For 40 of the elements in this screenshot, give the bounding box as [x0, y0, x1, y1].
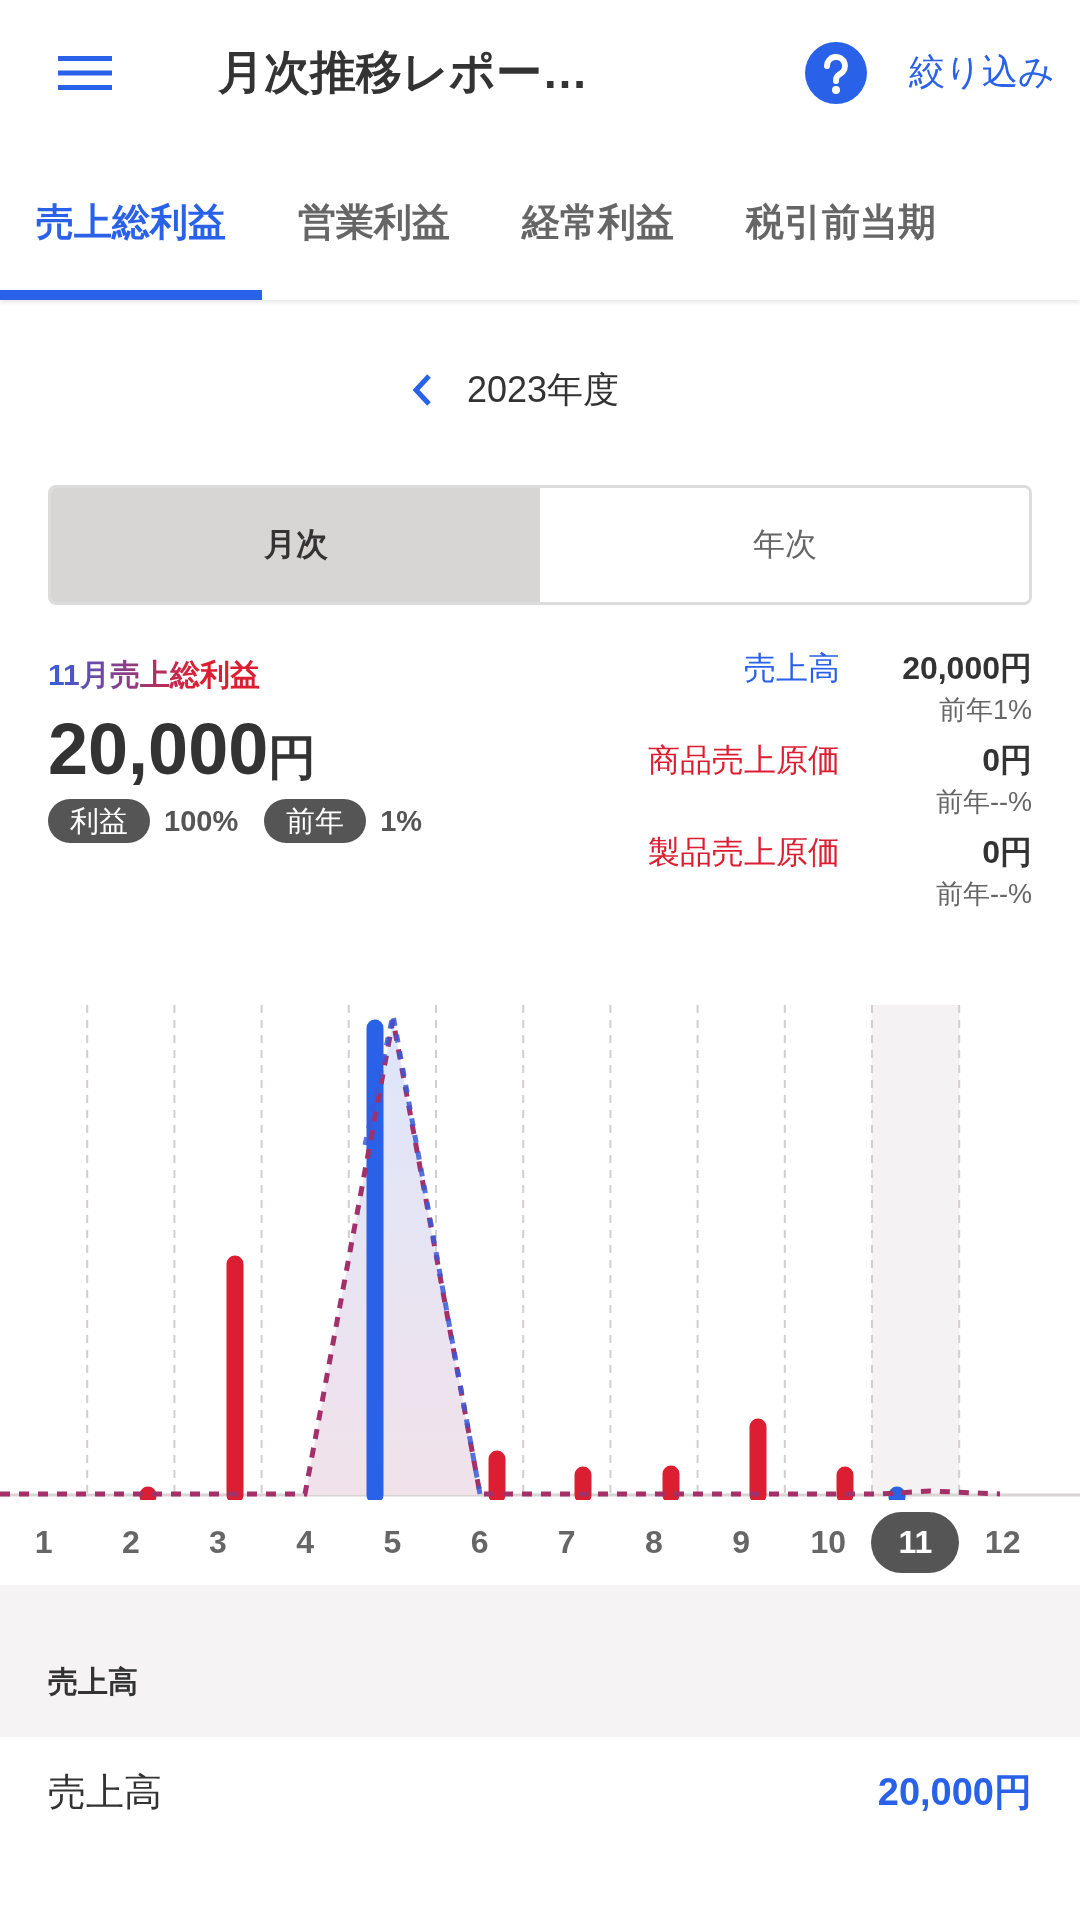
back-chevron-icon[interactable]	[410, 373, 433, 407]
month-label[interactable]: 2	[86, 1512, 175, 1573]
tab[interactable]: 営業利益	[262, 145, 486, 300]
month-label[interactable]: 6	[435, 1512, 524, 1573]
metric-tag: 利益	[48, 799, 150, 844]
month-label[interactable]: 9	[697, 1512, 786, 1573]
metric-value: 100%	[164, 804, 239, 838]
total-amount: 20,000円	[48, 710, 318, 790]
breakdown-label: 製品売上原価	[648, 833, 840, 872]
page-title: 月次推移レポー…	[218, 44, 589, 100]
breakdown-value: 0円	[981, 833, 1032, 872]
year-over-year: 前年--%	[935, 878, 1032, 911]
menu-icon[interactable]	[58, 55, 112, 90]
tab[interactable]: 売上総利益	[0, 145, 262, 300]
metric-value: 1%	[380, 804, 423, 838]
help-icon[interactable]	[805, 41, 867, 104]
month-label[interactable]: 11	[871, 1512, 960, 1573]
month-label[interactable]: 5	[348, 1512, 437, 1573]
month-label[interactable]: 12	[958, 1512, 1047, 1573]
breakdown-label: 商品売上原価	[648, 741, 840, 780]
month-label[interactable]: 7	[522, 1512, 611, 1573]
metric-tag: 前年	[264, 799, 367, 844]
month-label[interactable]: 4	[261, 1512, 350, 1573]
segment-button[interactable]: 月次	[51, 488, 540, 602]
row-value: 20,000円	[877, 1769, 1032, 1815]
section-header: 売上高	[48, 1664, 138, 1700]
tab[interactable]: 税引前当期	[710, 145, 972, 300]
year-over-year: 前年1%	[937, 694, 1032, 727]
month-label[interactable]: 10	[784, 1512, 873, 1573]
tab[interactable]: 経常利益	[486, 145, 710, 300]
fiscal-year: 2023年度	[466, 367, 620, 412]
month-label[interactable]: 1	[0, 1512, 88, 1573]
month-label[interactable]: 8	[609, 1512, 698, 1573]
breakdown-label: 売上高	[743, 649, 840, 688]
year-over-year: 前年--%	[935, 786, 1032, 819]
filter-link[interactable]: 絞り込み	[909, 48, 1055, 97]
breakdown-value: 20,000円	[901, 649, 1032, 688]
breakdown-value: 0円	[981, 741, 1032, 780]
row-label: 売上高	[48, 1769, 162, 1815]
month-label[interactable]: 3	[173, 1512, 262, 1573]
